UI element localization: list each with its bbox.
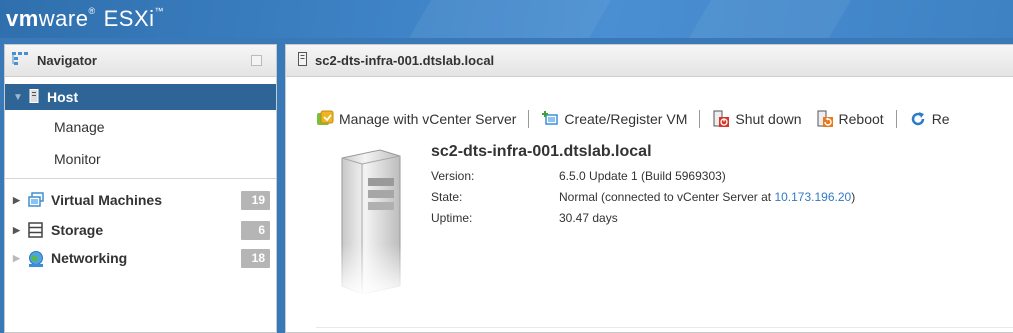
server-icon bbox=[29, 88, 39, 106]
virtual-machines-icon bbox=[27, 192, 45, 208]
count-badge: 19 bbox=[241, 191, 270, 210]
shut-down-button[interactable]: Shut down bbox=[712, 110, 802, 128]
expand-arrow-icon[interactable]: ▶ bbox=[13, 195, 23, 206]
navigator-panel: Navigator ▼ Host Manage Monitor ▶ Virtua… bbox=[4, 44, 277, 333]
version-value: 6.5.0 Update 1 (Build 5969303) bbox=[559, 169, 726, 183]
state-label: State: bbox=[431, 190, 463, 204]
uptime-row: Uptime: 30.47 days bbox=[431, 211, 855, 232]
state-suffix: ) bbox=[851, 190, 856, 204]
topbar-stripe bbox=[409, 0, 611, 38]
nav-label: Storage bbox=[51, 222, 104, 238]
nav-item-virtual-machines[interactable]: ▶ Virtual Machines 19 bbox=[5, 188, 276, 212]
nav-label: Networking bbox=[51, 250, 128, 266]
reboot-button[interactable]: Reboot bbox=[816, 110, 884, 128]
divider bbox=[316, 327, 1013, 328]
shut-down-icon bbox=[712, 110, 730, 128]
nav-item-manage[interactable]: Manage bbox=[54, 119, 105, 135]
uptime-value: 30.47 days bbox=[559, 211, 618, 225]
networking-icon bbox=[27, 250, 45, 267]
divider bbox=[5, 178, 276, 179]
host-info: Version: 6.5.0 Update 1 (Build 5969303) … bbox=[431, 169, 855, 232]
nav-item-storage[interactable]: ▶ Storage 6 bbox=[5, 218, 276, 242]
expand-arrow-icon[interactable]: ▶ bbox=[13, 253, 23, 264]
vcenter-icon bbox=[316, 110, 334, 128]
version-label: Version: bbox=[431, 169, 475, 183]
expand-arrow-icon[interactable]: ▶ bbox=[13, 225, 23, 236]
refresh-label: Re bbox=[931, 111, 950, 127]
nav-item-monitor[interactable]: Monitor bbox=[54, 151, 101, 167]
state-row: State: Normal (connected to vCenter Serv… bbox=[431, 190, 855, 211]
version-row: Version: 6.5.0 Update 1 (Build 5969303) bbox=[431, 169, 855, 190]
host-icon bbox=[298, 52, 307, 69]
reboot-icon bbox=[816, 110, 834, 128]
topbar-stripe bbox=[689, 0, 851, 38]
count-badge: 18 bbox=[241, 249, 270, 268]
state-text: Normal (connected to vCenter Server at bbox=[559, 190, 775, 204]
navigator-header: Navigator bbox=[5, 45, 276, 77]
nav-item-host[interactable]: ▼ Host bbox=[5, 84, 276, 110]
host-name: sc2-dts-infra-001.dtslab.local bbox=[431, 143, 652, 160]
nav-host-label: Host bbox=[47, 89, 79, 105]
main-header: sc2-dts-infra-001.dtslab.local bbox=[286, 45, 1013, 77]
toolbar-divider bbox=[528, 110, 530, 128]
navigator-icon bbox=[11, 51, 31, 70]
uptime-label: Uptime: bbox=[431, 211, 473, 225]
storage-icon bbox=[27, 222, 45, 238]
shut-down-label: Shut down bbox=[735, 111, 802, 127]
reboot-label: Reboot bbox=[838, 111, 884, 127]
create-vm-label: Create/Register VM bbox=[564, 111, 688, 127]
refresh-button[interactable]: Re bbox=[909, 110, 950, 128]
create-vm-icon bbox=[541, 110, 559, 128]
collapse-navigator-button[interactable] bbox=[251, 55, 262, 66]
collapse-caret-icon[interactable]: ▼ bbox=[13, 92, 25, 103]
refresh-icon bbox=[909, 110, 927, 128]
count-badge: 6 bbox=[241, 221, 270, 240]
manage-vcenter-button[interactable]: Manage with vCenter Server bbox=[316, 110, 516, 128]
toolbar-divider bbox=[895, 110, 897, 128]
vmware-esxi-logo: vmware® ESXi™ bbox=[6, 6, 165, 31]
server-tower-image bbox=[340, 148, 402, 295]
page-title: sc2-dts-infra-001.dtslab.local bbox=[315, 53, 495, 68]
navigator-title: Navigator bbox=[37, 53, 97, 68]
host-toolbar: Manage with vCenter Server Create/Regist… bbox=[316, 107, 950, 131]
main-panel: sc2-dts-infra-001.dtslab.local Manage wi… bbox=[285, 44, 1013, 333]
toolbar-divider bbox=[699, 110, 701, 128]
nav-item-networking[interactable]: ▶ Networking 18 bbox=[5, 246, 276, 270]
nav-label: Virtual Machines bbox=[51, 192, 163, 208]
state-value: Normal (connected to vCenter Server at 1… bbox=[559, 190, 855, 211]
manage-vcenter-label: Manage with vCenter Server bbox=[339, 111, 517, 127]
top-bar: vmware® ESXi™ bbox=[0, 0, 1013, 38]
vcenter-ip-link[interactable]: 10.173.196.20 bbox=[774, 190, 851, 204]
create-register-vm-button[interactable]: Create/Register VM bbox=[541, 110, 687, 128]
